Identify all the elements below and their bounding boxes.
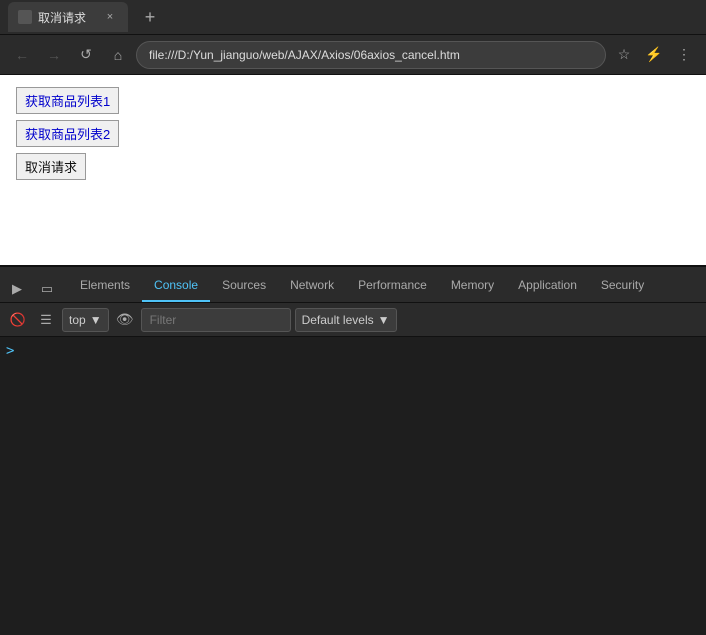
menu-button[interactable]: ⋮: [670, 41, 698, 69]
tab-application[interactable]: Application: [506, 270, 589, 302]
address-text: file:///D:/Yun_jianguo/web/AJAX/Axios/06…: [149, 48, 593, 62]
levels-dropdown-icon: ▼: [378, 313, 390, 327]
browser-tab[interactable]: 取消请求 ×: [8, 2, 128, 32]
nav-bar: ← → ↺ ⌂ file:///D:/Yun_jianguo/web/AJAX/…: [0, 35, 706, 75]
tab-memory[interactable]: Memory: [439, 270, 506, 302]
device-toolbar-icon[interactable]: ▭: [34, 276, 60, 302]
eye-button[interactable]: 👁: [113, 308, 137, 332]
prompt-symbol: >: [6, 343, 14, 359]
btn-get-list2[interactable]: 获取商品列表2: [16, 120, 119, 147]
devtools-left-icons: ▶ ▭: [4, 276, 60, 302]
tab-console[interactable]: Console: [142, 270, 210, 302]
bookmark-button[interactable]: ☆: [610, 41, 638, 69]
inspect-element-icon[interactable]: ▶: [4, 276, 30, 302]
filter-input[interactable]: [141, 308, 291, 332]
browser-window: 取消请求 × + ← → ↺ ⌂ file:///D:/Yun_jianguo/…: [0, 0, 706, 635]
console-prompt-line: >: [6, 341, 700, 361]
address-bar[interactable]: file:///D:/Yun_jianguo/web/AJAX/Axios/06…: [136, 41, 606, 69]
forward-button[interactable]: →: [40, 41, 68, 69]
console-toolbar: 🚫 ☰ top ▼ 👁 Default levels ▼: [0, 303, 706, 337]
filter-toggle-button[interactable]: ☰: [34, 308, 58, 332]
devtools-tab-bar: ▶ ▭ Elements Console Sources Network Per…: [0, 267, 706, 303]
extensions-button[interactable]: ⚡: [640, 41, 668, 69]
tab-favicon: [18, 10, 32, 24]
btn-cancel[interactable]: 取消请求: [16, 153, 86, 180]
levels-label: Default levels: [302, 313, 374, 327]
context-selector[interactable]: top ▼: [62, 308, 109, 332]
context-value: top: [69, 313, 86, 327]
nav-right-buttons: ☆ ⚡ ⋮: [610, 41, 698, 69]
title-bar: 取消请求 × +: [0, 0, 706, 35]
back-button[interactable]: ←: [8, 41, 36, 69]
devtools-panel: ▶ ▭ Elements Console Sources Network Per…: [0, 265, 706, 635]
tab-performance[interactable]: Performance: [346, 270, 439, 302]
levels-selector[interactable]: Default levels ▼: [295, 308, 397, 332]
console-output: >: [0, 337, 706, 635]
tab-sources[interactable]: Sources: [210, 270, 278, 302]
new-tab-button[interactable]: +: [136, 3, 164, 31]
tab-security[interactable]: Security: [589, 270, 656, 302]
page-content: 获取商品列表1 获取商品列表2 取消请求: [0, 75, 706, 265]
refresh-button[interactable]: ↺: [72, 41, 100, 69]
context-dropdown-icon: ▼: [90, 313, 102, 327]
btn-get-list1[interactable]: 获取商品列表1: [16, 87, 119, 114]
clear-console-button[interactable]: 🚫: [6, 308, 30, 332]
home-button[interactable]: ⌂: [104, 41, 132, 69]
tab-elements[interactable]: Elements: [68, 270, 142, 302]
tab-title: 取消请求: [38, 9, 86, 26]
tab-close-button[interactable]: ×: [102, 9, 118, 25]
tab-network[interactable]: Network: [278, 270, 346, 302]
